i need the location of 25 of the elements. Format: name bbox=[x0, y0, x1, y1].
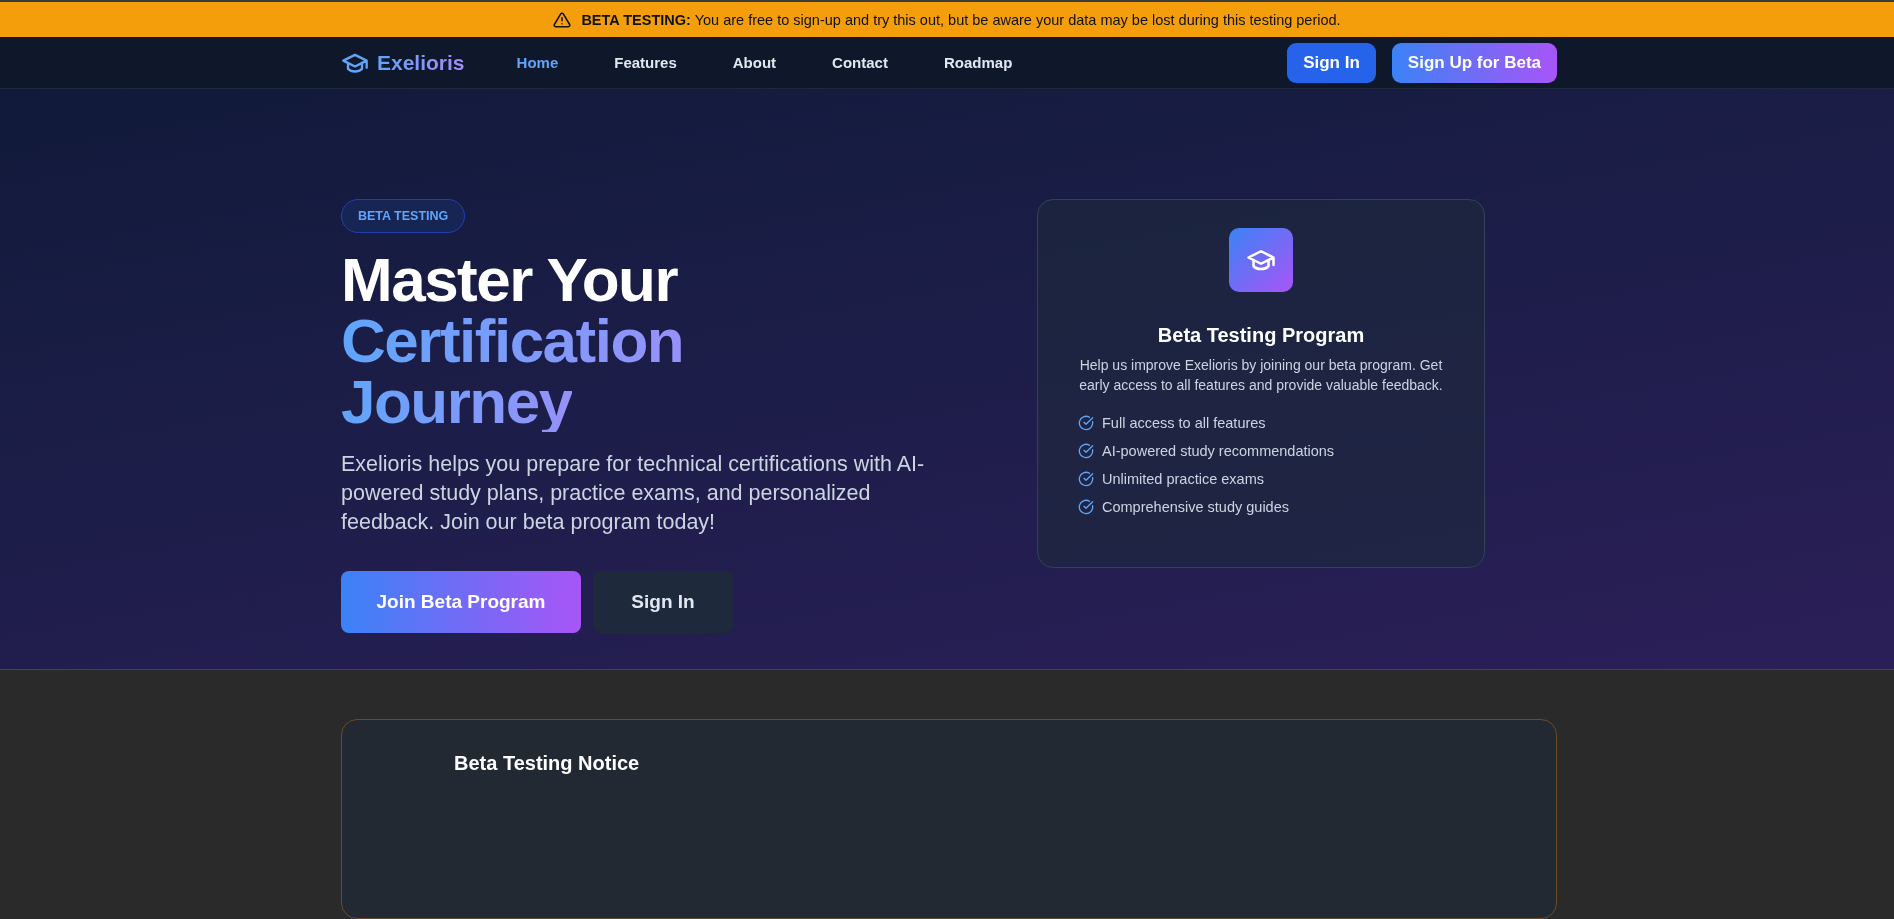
nav-link[interactable]: Contact bbox=[832, 54, 888, 72]
check-circle-icon bbox=[1078, 499, 1094, 516]
hero-title: Master Your bbox=[341, 249, 678, 311]
join-beta-button[interactable]: Join Beta Program bbox=[341, 571, 581, 634]
check-circle-icon bbox=[1078, 471, 1094, 488]
sign-in-button[interactable]: Sign In bbox=[1287, 42, 1376, 83]
warning-icon bbox=[553, 10, 572, 29]
feature-text: Full access to all features bbox=[1102, 415, 1266, 432]
feature-text: Comprehensive study guides bbox=[1102, 499, 1289, 516]
check-circle-icon bbox=[1078, 415, 1094, 432]
feature-text: Unlimited practice exams bbox=[1102, 471, 1264, 488]
nav-link[interactable]: Home bbox=[516, 54, 559, 72]
beta-badge: BETA TESTING bbox=[341, 199, 466, 234]
feature-text: AI-powered study recommendations bbox=[1102, 443, 1335, 460]
nav-link[interactable]: Features bbox=[614, 54, 677, 72]
nav-link[interactable]: About bbox=[732, 54, 777, 72]
sign-in-button[interactable]: Sign In bbox=[593, 571, 733, 634]
card-description: Help us improve Exelioris by joining our beta program. Get early access to all features and provide valuable feedback. bbox=[1078, 356, 1444, 396]
hero-description: Exelioris helps you prepare for technical certifications with AI-powered study plans, practice exams, and personalized feedback. Join our beta program today! bbox=[341, 451, 926, 537]
banner-message: BETA TESTING: You are free to sign-up and try this out, but be aware your data may be lost during this testing period. bbox=[581, 11, 1341, 28]
check-circle-icon bbox=[1078, 443, 1094, 460]
nav-link[interactable]: Roadmap bbox=[943, 54, 1013, 72]
notice-title: Beta Testing Notice bbox=[454, 752, 641, 775]
card-title: Beta Testing Program bbox=[1157, 324, 1365, 348]
sign-up-button[interactable]: Sign Up for Beta bbox=[1391, 42, 1557, 83]
